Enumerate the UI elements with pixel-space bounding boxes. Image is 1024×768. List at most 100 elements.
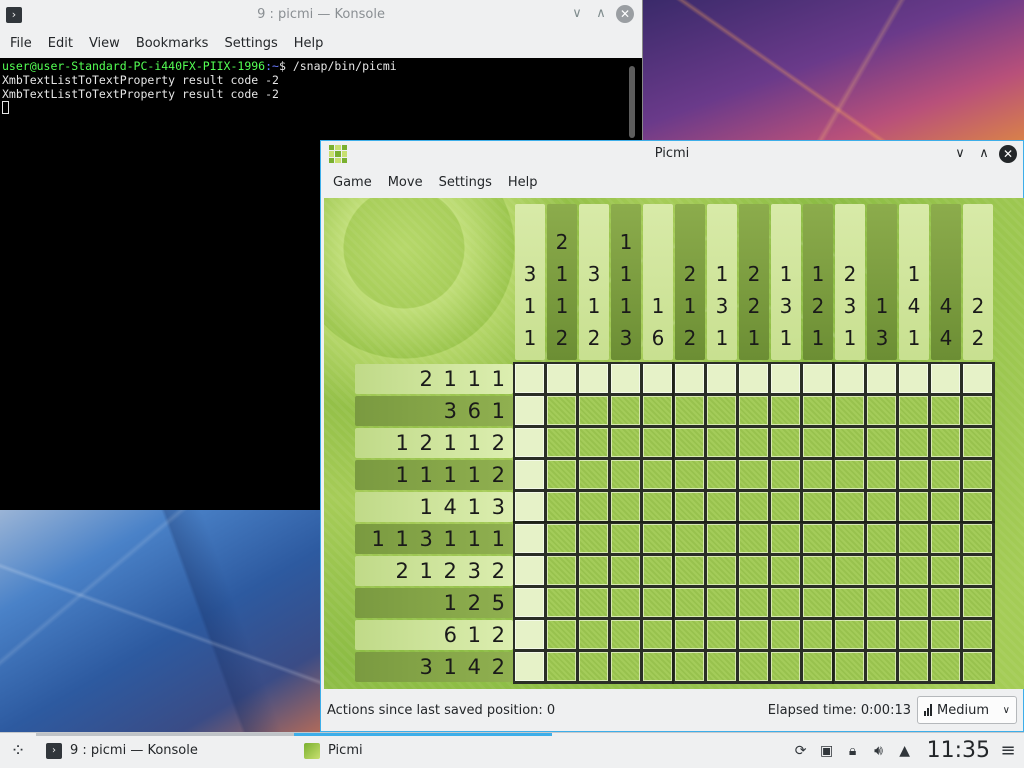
- grid-cell[interactable]: [963, 396, 992, 425]
- grid-cell[interactable]: [771, 652, 800, 681]
- task-konsole[interactable]: › 9 : picmi — Konsole: [36, 732, 294, 768]
- grid-cell[interactable]: [579, 492, 608, 521]
- grid-cell[interactable]: [579, 460, 608, 489]
- grid-cell[interactable]: [899, 652, 928, 681]
- grid-cell[interactable]: [643, 364, 672, 393]
- grid-cell[interactable]: [771, 364, 800, 393]
- grid-cell[interactable]: [771, 556, 800, 585]
- grid-cell[interactable]: [803, 492, 832, 521]
- grid-cell[interactable]: [675, 460, 704, 489]
- grid-cell[interactable]: [899, 364, 928, 393]
- grid-cell[interactable]: [675, 588, 704, 617]
- hamburger-menu-icon[interactable]: ≡: [1000, 740, 1016, 761]
- menu-move[interactable]: Move: [380, 168, 431, 197]
- grid-cell[interactable]: [547, 396, 576, 425]
- konsole-titlebar[interactable]: › 9 : picmi — Konsole ∨ ∧ ✕: [0, 0, 642, 29]
- network-icon[interactable]: ▣: [819, 743, 835, 759]
- minimize-icon[interactable]: ∨: [568, 5, 586, 23]
- grid-cell[interactable]: [803, 652, 832, 681]
- close-icon[interactable]: ✕: [616, 5, 634, 23]
- grid-cell[interactable]: [835, 620, 864, 649]
- grid-cell[interactable]: [867, 620, 896, 649]
- grid-cell[interactable]: [931, 652, 960, 681]
- menu-help[interactable]: Help: [286, 29, 332, 58]
- grid-cell[interactable]: [771, 460, 800, 489]
- grid-cell[interactable]: [739, 396, 768, 425]
- menu-file[interactable]: File: [2, 29, 40, 58]
- grid-cell[interactable]: [739, 364, 768, 393]
- grid-cell[interactable]: [611, 428, 640, 457]
- grid-cell[interactable]: [675, 620, 704, 649]
- grid-cell[interactable]: [707, 620, 736, 649]
- grid-cell[interactable]: [547, 620, 576, 649]
- grid-cell[interactable]: [675, 524, 704, 553]
- grid-cell[interactable]: [835, 588, 864, 617]
- grid-cell[interactable]: [675, 556, 704, 585]
- grid-cell[interactable]: [643, 652, 672, 681]
- picmi-titlebar[interactable]: Picmi ∨ ∧ ✕: [321, 141, 1023, 167]
- grid-cell[interactable]: [739, 428, 768, 457]
- grid-cell[interactable]: [963, 364, 992, 393]
- grid-cell[interactable]: [611, 588, 640, 617]
- grid-cell[interactable]: [867, 460, 896, 489]
- grid-cell[interactable]: [579, 620, 608, 649]
- grid-cell[interactable]: [707, 492, 736, 521]
- difficulty-select[interactable]: Medium ∨: [917, 696, 1017, 724]
- grid-cell[interactable]: [515, 588, 544, 617]
- grid-cell[interactable]: [771, 396, 800, 425]
- grid-cell[interactable]: [771, 428, 800, 457]
- close-icon[interactable]: ✕: [999, 145, 1017, 163]
- menu-settings[interactable]: Settings: [216, 29, 285, 58]
- grid-cell[interactable]: [963, 524, 992, 553]
- grid-cell[interactable]: [579, 556, 608, 585]
- grid-cell[interactable]: [611, 620, 640, 649]
- grid-cell[interactable]: [579, 396, 608, 425]
- grid-cell[interactable]: [963, 492, 992, 521]
- grid-cell[interactable]: [547, 524, 576, 553]
- grid-cell[interactable]: [835, 428, 864, 457]
- grid-cell[interactable]: [771, 620, 800, 649]
- minimize-icon[interactable]: ∨: [951, 145, 969, 163]
- grid-cell[interactable]: [675, 364, 704, 393]
- task-picmi[interactable]: Picmi: [294, 732, 552, 768]
- grid-cell[interactable]: [515, 396, 544, 425]
- grid-cell[interactable]: [931, 524, 960, 553]
- grid-cell[interactable]: [643, 396, 672, 425]
- grid-cell[interactable]: [835, 492, 864, 521]
- grid-cell[interactable]: [899, 620, 928, 649]
- maximize-icon[interactable]: ∧: [975, 145, 993, 163]
- grid-cell[interactable]: [579, 524, 608, 553]
- grid-cell[interactable]: [899, 460, 928, 489]
- grid-cell[interactable]: [931, 588, 960, 617]
- tray-expand-icon[interactable]: ▲: [897, 743, 913, 759]
- grid-cell[interactable]: [579, 364, 608, 393]
- grid-cell[interactable]: [867, 492, 896, 521]
- grid-cell[interactable]: [803, 460, 832, 489]
- grid-cell[interactable]: [771, 492, 800, 521]
- grid-cell[interactable]: [963, 588, 992, 617]
- grid-cell[interactable]: [547, 364, 576, 393]
- grid-cell[interactable]: [803, 524, 832, 553]
- grid-cell[interactable]: [771, 524, 800, 553]
- maximize-icon[interactable]: ∧: [592, 5, 610, 23]
- grid-cell[interactable]: [739, 620, 768, 649]
- grid-cell[interactable]: [835, 364, 864, 393]
- clock[interactable]: 11:35: [927, 738, 990, 763]
- grid-cell[interactable]: [739, 652, 768, 681]
- grid-cell[interactable]: [899, 556, 928, 585]
- grid-cell[interactable]: [835, 652, 864, 681]
- grid-cell[interactable]: [867, 428, 896, 457]
- grid-cell[interactable]: [899, 492, 928, 521]
- grid-cell[interactable]: [707, 652, 736, 681]
- grid-cell[interactable]: [643, 492, 672, 521]
- grid-cell[interactable]: [803, 396, 832, 425]
- grid-cell[interactable]: [835, 396, 864, 425]
- grid-cell[interactable]: [579, 652, 608, 681]
- grid-cell[interactable]: [643, 620, 672, 649]
- grid-cell[interactable]: [867, 556, 896, 585]
- grid-cell[interactable]: [579, 588, 608, 617]
- grid-cell[interactable]: [611, 364, 640, 393]
- grid-cell[interactable]: [611, 396, 640, 425]
- grid-cell[interactable]: [515, 428, 544, 457]
- grid-cell[interactable]: [739, 460, 768, 489]
